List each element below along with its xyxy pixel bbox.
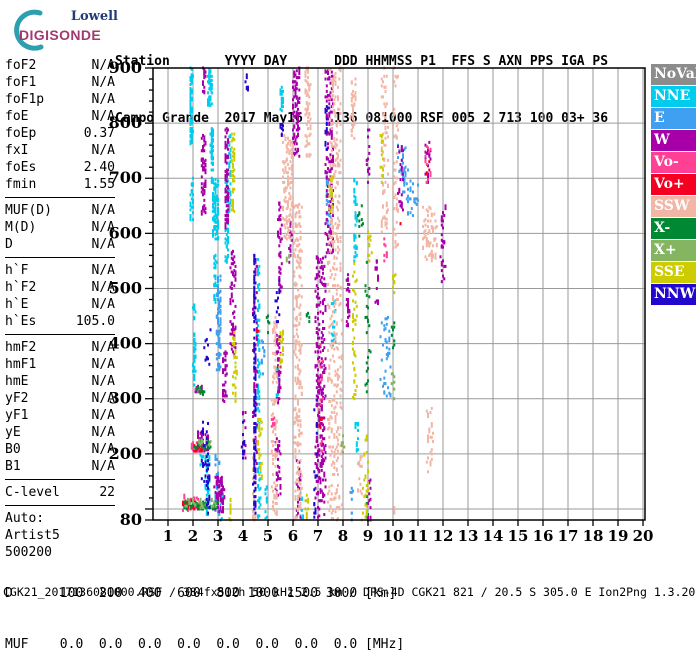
y-tick-label: 400 (109, 334, 142, 353)
x-tick-label: 3 (213, 527, 223, 545)
legend-item-sse: SSE (651, 262, 696, 283)
y-tick-label: 500 (109, 278, 142, 297)
x-tick-label: 12 (433, 527, 454, 545)
x-tick-label: 9 (363, 527, 373, 545)
y-tick-label: 800 (109, 113, 142, 132)
legend-item-vo: Vo- (651, 152, 696, 173)
x-tick-label: 20 (633, 527, 654, 545)
legend-item-ssw: SSW (651, 196, 696, 217)
legend-item-nne: NNE (651, 86, 696, 107)
x-tick-label: 17 (558, 527, 579, 545)
x-tick-label: 16 (533, 527, 554, 545)
muf-row: MUF 0.0 0.0 0.0 0.0 0.0 0.0 0.0 0.0 [MHz… (5, 637, 405, 652)
plot-border (152, 67, 646, 521)
x-tick-label: 13 (458, 527, 479, 545)
legend-item-vo: Vo+ (651, 174, 696, 195)
y-tick-label: 900 (109, 58, 142, 77)
y-tick-label: 200 (109, 444, 142, 463)
x-tick-label: 18 (583, 527, 604, 545)
legend-item-x: X+ (651, 240, 696, 261)
x-tick-label: 4 (238, 527, 248, 545)
legend-item-noval: NoVal (651, 64, 700, 85)
x-tick-label: 11 (408, 527, 429, 545)
y-tick-label: 700 (109, 168, 142, 187)
ionogram-plot: 900800700600500400300200801 2 3 4 5 6 7 8 9 10 11 1… (109, 58, 654, 545)
x-tick-label: 7 (313, 527, 323, 545)
file-info-footer: CGK21_2017136081000.RSF / 384fx512h 50 k… (3, 585, 696, 599)
x-tick-label: 6 (288, 527, 298, 545)
x-tick-label: 19 (608, 527, 629, 545)
x-tick-label: 1 (163, 527, 173, 545)
y-tick-label: 300 (109, 389, 142, 408)
legend-item-x: X- (651, 218, 696, 239)
d-muf-table: D 100 200 400 600 800 1000 1500 3000 [km… (5, 551, 404, 670)
y-tick-label: 600 (109, 223, 142, 242)
legend-item-e: E (651, 108, 696, 129)
x-tick-label: 5 (263, 527, 273, 545)
x-tick-label: 14 (483, 527, 504, 545)
x-tick-label: 2 (188, 527, 198, 545)
legend-item-nnw: NNW (651, 284, 696, 305)
x-tick-label: 10 (383, 527, 404, 545)
y-tick-label: 80 (120, 510, 142, 529)
x-tick-label: 15 (508, 527, 529, 545)
echo-dots (182, 66, 447, 522)
x-tick-label: 8 (338, 527, 348, 545)
direction-color-legend: NoVal NNE E W Vo- Vo+ SSW X- X+ SSE NNW (651, 64, 700, 306)
legend-item-w: W (651, 130, 696, 151)
